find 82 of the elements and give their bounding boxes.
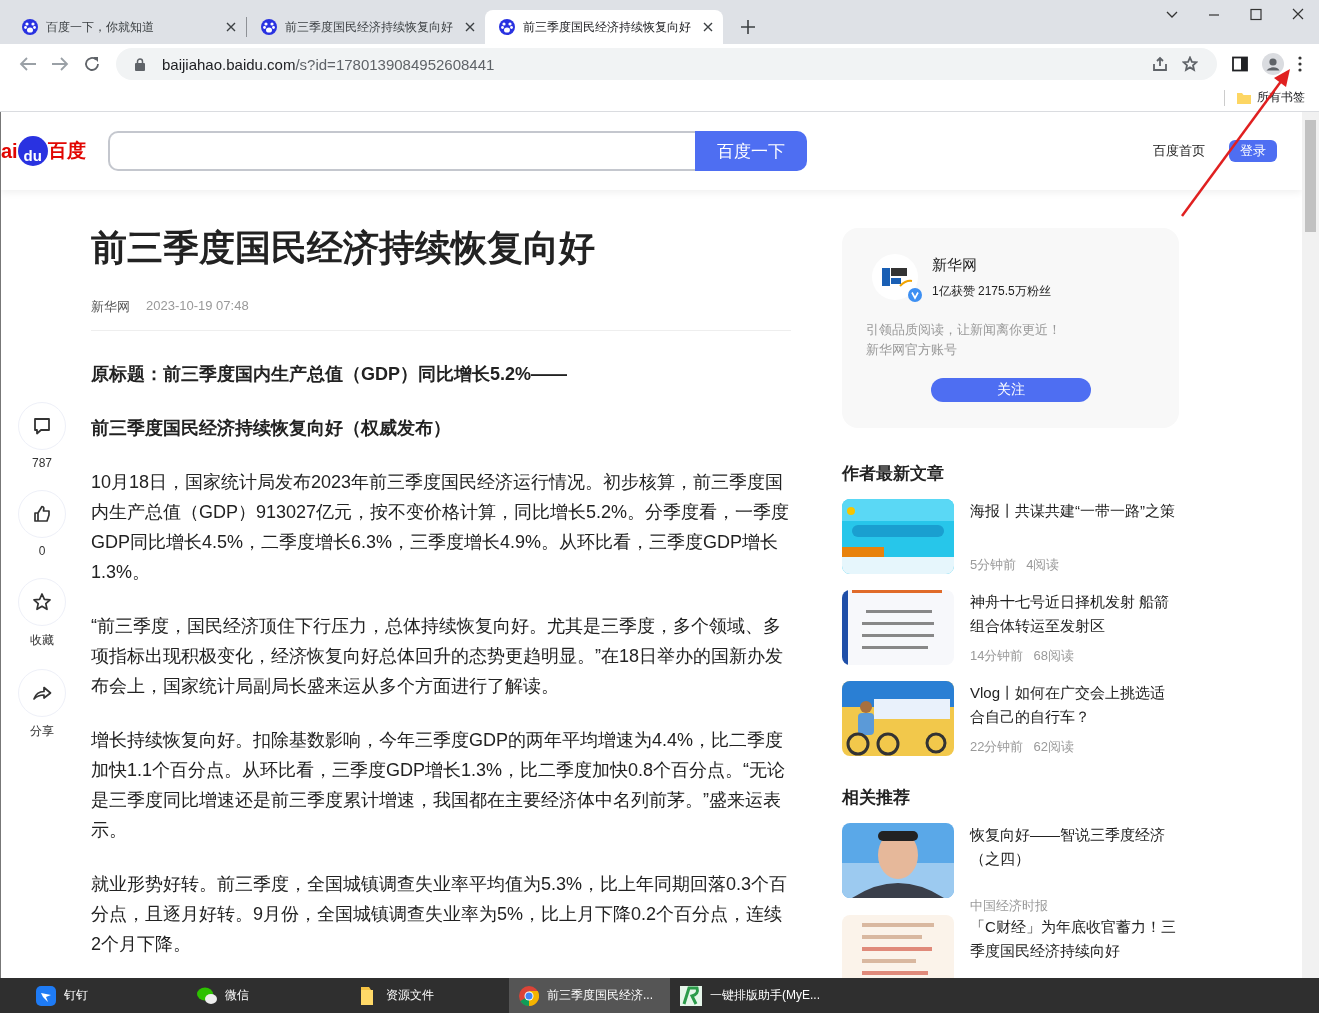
post-time: 5分钟前 <box>970 556 1017 574</box>
browser-icon <box>519 985 539 1006</box>
post-time: 22分钟前 <box>970 738 1024 756</box>
address-bar[interactable]: baijiahao.baidu.com/s?id=1780139084952608441 <box>116 48 1217 80</box>
comment-icon <box>32 416 52 436</box>
url-text: baijiahao.baidu.com/s?id=1780139084952608441 <box>162 55 495 73</box>
new-tab-icon[interactable] <box>741 20 755 34</box>
author-bio: 新华网官方账号 <box>866 341 958 359</box>
search-field[interactable] <box>108 131 695 171</box>
folder-icon <box>1237 91 1251 104</box>
app-icon <box>680 985 702 1006</box>
search-button[interactable]: 百度一下 <box>695 131 807 171</box>
forward-icon[interactable] <box>51 55 69 73</box>
tab-title: 前三季度国民经济持续恢复向好 <box>285 18 454 36</box>
login-button[interactable]: 登录 <box>1229 140 1277 162</box>
profile-icon[interactable] <box>1262 53 1284 75</box>
home-link[interactable]: 百度首页 <box>1153 142 1205 160</box>
reload-icon[interactable] <box>83 55 101 73</box>
star-icon <box>32 592 52 612</box>
read-count: 68阅读 <box>1033 647 1074 665</box>
back-icon[interactable] <box>19 55 37 73</box>
share-icon[interactable] <box>1152 56 1168 72</box>
browser-tab[interactable]: 前三季度国民经济持续恢复向好 <box>247 10 485 44</box>
section-heading: 相关推荐 <box>842 787 911 809</box>
logo-text: 百度 <box>47 139 86 163</box>
article-link[interactable]: 海报丨共谋共建“一带一路”之策 <box>970 499 1179 523</box>
scrollbar-thumb[interactable] <box>1305 120 1316 232</box>
article-title: 前三季度国民经济持续恢复向好 <box>91 226 596 270</box>
article-paragraph: 增长持续恢复向好。扣除基数影响，今年三季度GDP的两年平均增速为4.4%，比二季度加快1.1个百分点。从环比看，三季度GDP增长1.3%，比二季度加快0.8个百分点。“无论是三季度同比增速还是前三季度累计增速，我国都在主要经济体中名列前茅。”盛来运表示。 <box>91 729 787 842</box>
share-arrow-button[interactable] <box>18 669 66 717</box>
close-icon[interactable] <box>465 22 475 32</box>
source-name: 中国经济时报 <box>970 897 1048 915</box>
action-label: 分享 <box>30 723 54 740</box>
article-link[interactable]: Vlog丨如何在广交会上挑选适合自己的自行车？ <box>970 681 1179 729</box>
author-bio: 引领品质阅读，让新闻离你更近！ <box>866 321 1062 339</box>
author-stats: 1亿获赞 2175.5万粉丝 <box>932 283 1051 300</box>
publish-date: 2023-10-19 07:48 <box>146 298 249 315</box>
article-paragraph: 10月18日，国家统计局发布2023年前三季度国民经济运行情况。初步核算，前三季度国内生产总值（GDP）913027亿元，按不变价格计算，同比增长5.2%。分季度看，一季度GDP同比增长4.5%，二季度增长6.3%，三季度增长4.9%。从环比看，三季度GDP增长1.3%。 <box>91 471 791 584</box>
browser-tab[interactable]: 百度一下，你就知道 <box>8 10 246 44</box>
logo-text: ai <box>1 139 18 163</box>
close-icon[interactable] <box>703 22 713 32</box>
paw-icon <box>499 19 515 35</box>
article-subheading: 前三季度国民经济持续恢复向好（权威发布） <box>91 417 452 440</box>
tab-title: 前三季度国民经济持续恢复向好 <box>523 18 692 36</box>
article-link[interactable]: 神舟十七号近日择机发射 船箭组合体转运至发射区 <box>970 590 1179 638</box>
read-count: 4阅读 <box>1026 556 1060 574</box>
read-count: 62阅读 <box>1033 738 1074 756</box>
tab-title: 百度一下，你就知道 <box>46 18 155 36</box>
sidebar-icon[interactable] <box>1232 56 1248 72</box>
paw-icon <box>261 19 277 35</box>
article-paragraph: 就业形势好转。前三季度，全国城镇调查失业率平均值为5.3%，比上年同期回落0.3个百分点，且逐月好转。9月份，全国城镇调查失业率为5%，比上月下降0.2个百分点，连续2个月下降。 <box>91 873 789 956</box>
taskbar-item[interactable]: 微信 <box>187 978 348 1013</box>
taskbar-item[interactable]: 前三季度国民经济... <box>509 978 670 1013</box>
comment-button[interactable] <box>18 402 66 450</box>
action-label: 787 <box>32 456 52 470</box>
article-paragraph: “前三季度，国民经济顶住下行压力，总体持续恢复向好。尤其是三季度，多个领域、多项指标出现积极变化，经济恢复向好总体回升的态势更趋明显。”在18日举办的国新办发布会上，国家统计局副局长盛来运从多个方面进行了解读。 <box>91 615 784 698</box>
taskbar-item[interactable]: 钉钉 <box>26 978 187 1013</box>
section-heading: 作者最新文章 <box>842 463 945 485</box>
lock-icon <box>135 57 145 71</box>
close-icon[interactable] <box>226 22 236 32</box>
author-name: 新华网 <box>932 256 978 275</box>
star-button[interactable] <box>18 578 66 626</box>
paw-icon <box>22 19 38 35</box>
logo-paw: du <box>17 136 48 166</box>
star-icon[interactable] <box>1182 56 1198 72</box>
browser-tab[interactable]: 前三季度国民经济持续恢复向好 <box>485 10 723 44</box>
menu-icon[interactable] <box>1298 56 1302 72</box>
dingtalk-icon <box>36 985 56 1006</box>
source-name: 新华网 <box>91 298 130 316</box>
follow-button[interactable]: 关注 <box>930 378 1091 402</box>
chat-bubbles-icon <box>197 985 217 1006</box>
article-link[interactable]: 「C财经」为年底收官蓄力！三季度国民经济持续向好 <box>970 915 1179 963</box>
thumbs-up-button[interactable] <box>18 490 66 538</box>
action-label: 0 <box>38 544 46 558</box>
action-label: 收藏 <box>30 632 54 649</box>
avatar-logo <box>872 254 918 300</box>
taskbar-item[interactable]: 一键排版助手(MyE... <box>670 978 831 1013</box>
thumbs-up-icon <box>32 504 52 524</box>
taskbar-item[interactable]: 资源文件 <box>348 978 509 1013</box>
article-link[interactable]: 恢复向好——智说三季度经济（之四） <box>970 823 1179 871</box>
post-time: 14分钟前 <box>970 647 1024 665</box>
article-subheading: 原标题：前三季度国内生产总值（GDP）同比增长5.2%—— <box>91 363 569 386</box>
